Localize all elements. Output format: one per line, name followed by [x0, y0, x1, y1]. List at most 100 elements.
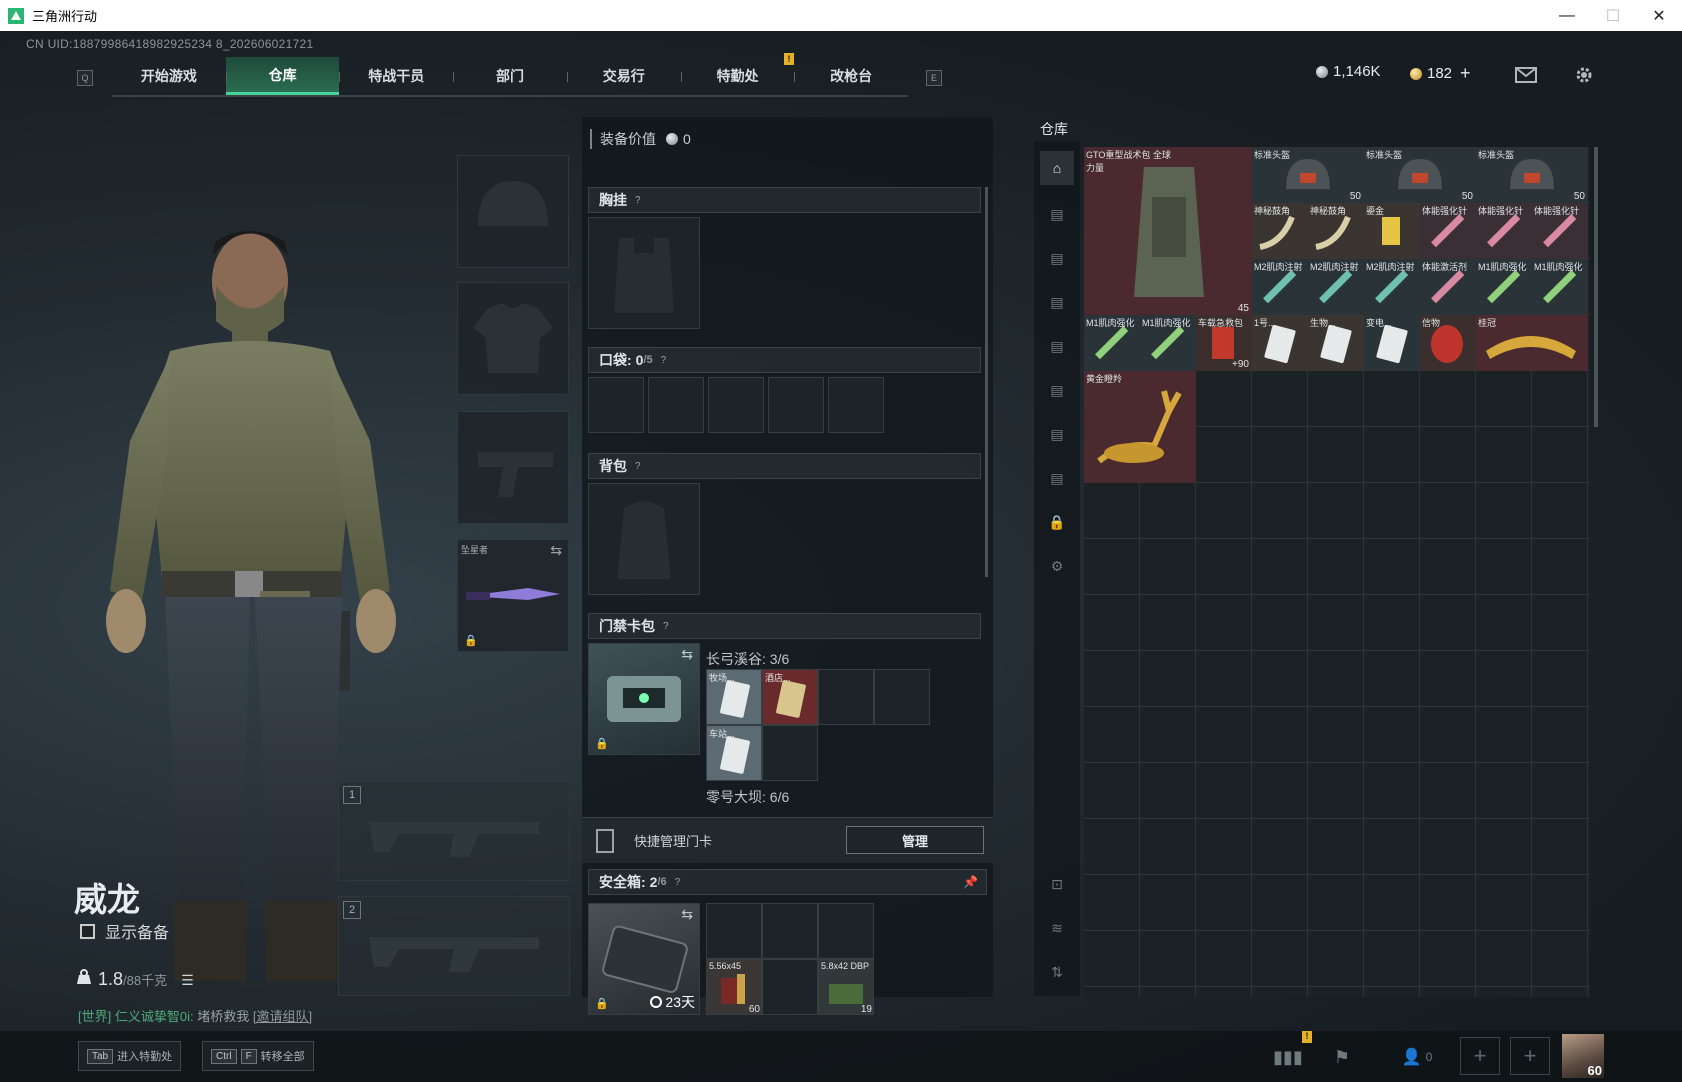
enter-special-ops-button[interactable]: Tab 进入特勤处	[78, 1041, 182, 1071]
tab-department[interactable]: 部门	[453, 57, 567, 95]
warehouse-item[interactable]: 体能强化针	[1420, 203, 1476, 259]
backpack-slot[interactable]	[588, 483, 700, 595]
warehouse-item[interactable]: 体能强化针	[1476, 203, 1532, 259]
warehouse-grid[interactable]: GTO重型战术包 全球力量 45 标准头盔 50 标准头盔 50 标准头盔 50…	[1084, 147, 1590, 997]
warehouse-tab-6-icon[interactable]: ▤	[1044, 421, 1070, 447]
warehouse-item[interactable]: M1肌肉强化	[1084, 315, 1140, 371]
safebox-cell[interactable]	[706, 903, 762, 959]
warehouse-item[interactable]: 变电...	[1364, 315, 1420, 371]
warehouse-tab-3-icon[interactable]: ▤	[1044, 289, 1070, 315]
chat-user[interactable]: 仁义诚挚智0i:	[115, 1009, 194, 1024]
layers-icon[interactable]: ≋	[1044, 915, 1070, 941]
tab-warehouse[interactable]: 仓库	[225, 57, 340, 95]
swap-keycard-case-icon[interactable]: ⇆	[681, 646, 693, 663]
safebox-cell[interactable]	[762, 959, 818, 1015]
keycard-slot[interactable]	[818, 669, 874, 725]
mail-icon[interactable]	[1514, 65, 1538, 85]
tab-trading[interactable]: 交易行	[566, 57, 681, 95]
tab-special-ops[interactable]: 特勤处	[680, 57, 795, 95]
warehouse-item[interactable]: 标准头盔 50	[1252, 147, 1364, 203]
swap-safebox-icon[interactable]: ⇆	[681, 906, 693, 923]
nav-next-key[interactable]: E	[926, 70, 942, 86]
manage-button[interactable]: 管理	[846, 826, 984, 854]
warehouse-item[interactable]: 车载急救包 +90	[1196, 315, 1252, 371]
flag-icon[interactable]: ⚑	[1328, 1043, 1356, 1071]
transfer-all-button[interactable]: Ctrl F 转移全部	[202, 1041, 314, 1071]
show-equipment-checkbox[interactable]	[80, 923, 95, 939]
safebox-ammo-item[interactable]: 5.56x45 60	[706, 959, 762, 1015]
warehouse-item[interactable]: M2肌肉注射	[1308, 259, 1364, 315]
pin-icon[interactable]: 📌	[963, 875, 978, 889]
add-squad-slot-button[interactable]: +	[1460, 1037, 1500, 1075]
keycard-slot[interactable]	[762, 725, 818, 781]
chest-rig-slot[interactable]	[588, 217, 700, 329]
warehouse-tab-4-icon[interactable]: ▤	[1044, 333, 1070, 359]
warehouse-tab-2-icon[interactable]: ▤	[1044, 245, 1070, 271]
warehouse-item[interactable]: 鎏金	[1364, 203, 1420, 259]
warehouse-tab-7-icon[interactable]: ▤	[1044, 465, 1070, 491]
add-gold-button[interactable]: +	[1460, 63, 1471, 84]
pocket-slot[interactable]	[588, 377, 644, 433]
safebox-slot[interactable]: ⇆ 🔒 23天	[588, 903, 700, 1015]
maximize-button[interactable]: ☐	[1590, 0, 1636, 31]
keycard-item[interactable]: 牧场...	[706, 669, 762, 725]
help-icon[interactable]: ?	[635, 195, 641, 206]
safebox-ammo-item[interactable]: 5.8x42 DBP 19	[818, 959, 874, 1015]
primary-weapon-slot-1[interactable]: 1	[338, 781, 570, 881]
warehouse-settings-icon[interactable]: ⚙	[1044, 553, 1070, 579]
help-icon[interactable]: ?	[663, 621, 669, 632]
tab-operators[interactable]: 特战干员	[339, 57, 453, 95]
warehouse-item[interactable]: 生物...	[1308, 315, 1364, 371]
equipment-scrollbar[interactable]	[985, 187, 988, 577]
warehouse-tab-5-icon[interactable]: ▤	[1044, 377, 1070, 403]
tab-start-game[interactable]: 开始游戏	[112, 57, 226, 95]
weight-details-list-icon[interactable]: ☰	[181, 972, 194, 989]
pocket-slot[interactable]	[768, 377, 824, 433]
close-button[interactable]: ✕	[1636, 0, 1682, 31]
help-icon[interactable]: ?	[635, 461, 641, 472]
operator-storage-icon[interactable]: ⊡	[1044, 871, 1070, 897]
warehouse-item[interactable]: 神秘鼓角	[1308, 203, 1364, 259]
safebox-cell[interactable]	[762, 903, 818, 959]
warehouse-item[interactable]: 神秘鼓角	[1252, 203, 1308, 259]
warehouse-item[interactable]: 体能激活剂	[1420, 259, 1476, 315]
armor-slot[interactable]	[457, 282, 569, 395]
chat-invite-link[interactable]: [邀请组队]	[253, 1009, 312, 1024]
pocket-slot[interactable]	[648, 377, 704, 433]
player-avatar[interactable]: 60	[1562, 1034, 1604, 1078]
warehouse-item[interactable]: 黄金瞪羚	[1084, 371, 1196, 483]
help-icon[interactable]: ?	[675, 877, 681, 888]
friends-icon[interactable]: 👤 0	[1392, 1043, 1442, 1071]
safebox-cell[interactable]	[818, 903, 874, 959]
help-icon[interactable]: ?	[661, 355, 667, 366]
warehouse-item[interactable]: M1肌肉强化	[1476, 259, 1532, 315]
warehouse-item[interactable]: GTO重型战术包 全球力量 45	[1084, 147, 1252, 315]
keycard-slot[interactable]	[874, 669, 930, 725]
lock-tab-icon[interactable]: 🔒	[1044, 509, 1070, 535]
add-squad-slot-button[interactable]: +	[1510, 1037, 1550, 1075]
pocket-slot[interactable]	[708, 377, 764, 433]
stats-chart-icon[interactable]: ▮▮▮	[1273, 1043, 1303, 1071]
melee-slot[interactable]: 坠星者 ⇆ 🔒	[457, 539, 569, 652]
sort-icon[interactable]: ⇅	[1044, 959, 1070, 985]
primary-weapon-slot-2[interactable]: 2	[338, 896, 570, 996]
warehouse-item[interactable]: 标准头盔 50	[1364, 147, 1476, 203]
warehouse-scrollbar[interactable]	[1594, 147, 1598, 427]
keycard-item[interactable]: 车站...	[706, 725, 762, 781]
keycard-case-slot[interactable]: ⇆ 🔒	[588, 643, 700, 755]
swap-melee-icon[interactable]: ⇆	[550, 542, 562, 559]
sidearm-slot[interactable]	[457, 411, 569, 524]
warehouse-item[interactable]: 标准头盔 50	[1476, 147, 1588, 203]
keycard-item[interactable]: 酒店...	[762, 669, 818, 725]
warehouse-item[interactable]: 1号...	[1252, 315, 1308, 371]
warehouse-item[interactable]: 信物	[1420, 315, 1476, 371]
warehouse-tab-1-icon[interactable]: ▤	[1044, 201, 1070, 227]
show-equipment-toggle[interactable]: 显示备备	[80, 919, 169, 943]
pocket-slot[interactable]	[828, 377, 884, 433]
warehouse-item[interactable]: M1肌肉强化	[1532, 259, 1588, 315]
nav-prev-key[interactable]: Q	[77, 70, 93, 86]
tab-gunsmith[interactable]: 改枪台	[794, 57, 908, 95]
warehouse-item[interactable]: M1肌肉强化	[1140, 315, 1196, 371]
warehouse-item[interactable]: M2肌肉注射	[1364, 259, 1420, 315]
settings-gear-icon[interactable]	[1572, 65, 1596, 85]
